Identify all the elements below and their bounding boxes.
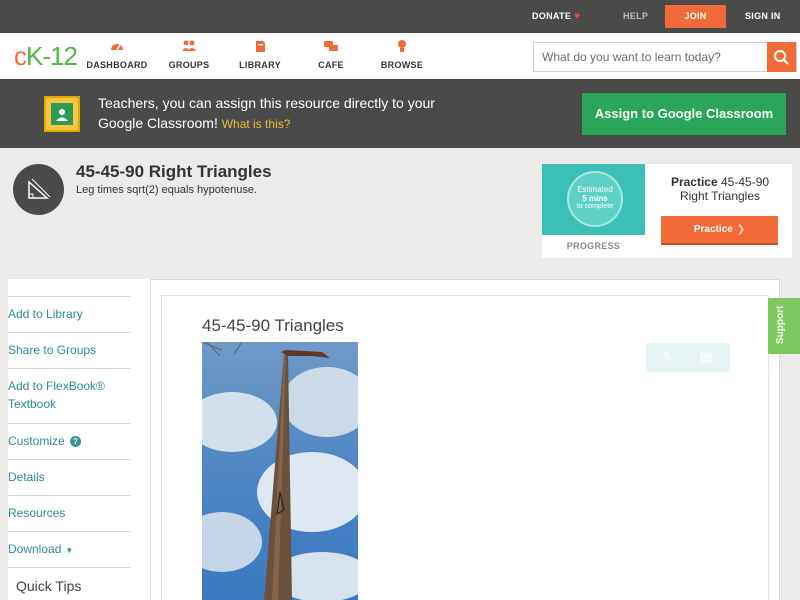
sidebar-details[interactable]: Details — [8, 468, 131, 486]
google-classroom-icon — [44, 96, 80, 132]
sidebar-add-to-flexbook[interactable]: Add to FlexBook® Textbook — [8, 377, 131, 413]
help-icon[interactable]: ? — [70, 436, 82, 447]
lesson-tools: ✎ ▤ — [646, 343, 730, 372]
ck12-logo[interactable]: cK-12 — [14, 42, 78, 70]
sidebar-divider — [8, 495, 131, 496]
library-icon — [225, 39, 295, 57]
heart-icon: ♥ — [574, 11, 581, 22]
concept-triangle-icon — [13, 164, 64, 215]
utility-bar: DONATE ♥ HELP JOIN SIGN IN — [0, 0, 800, 33]
chevron-right-icon: ❯ — [736, 224, 746, 235]
quick-tips-heading: Quick Tips — [16, 578, 82, 594]
lesson-title: 45-45-90 Triangles — [202, 316, 344, 335]
sidebar-divider — [8, 567, 131, 568]
sidebar-divider — [8, 531, 131, 532]
estimate-badge: Estimated 5 mins to complete — [567, 171, 623, 227]
sidebar-divider — [8, 332, 131, 333]
banner-message: Teachers, you can assign this resource d… — [98, 95, 435, 131]
donate-label: DONATE — [532, 11, 572, 21]
nav-browse[interactable]: BROWSE — [367, 39, 437, 70]
browse-icon — [367, 39, 437, 57]
sidebar-divider — [8, 296, 131, 297]
help-link[interactable]: HELP — [623, 0, 648, 33]
google-classroom-banner: Teachers, you can assign this resource d… — [0, 79, 800, 148]
join-button[interactable]: JOIN — [665, 5, 726, 28]
pencil-icon[interactable]: ✎ — [662, 349, 673, 365]
search-button[interactable] — [767, 42, 796, 72]
dashboard-icon — [82, 39, 152, 57]
search-input[interactable] — [534, 43, 770, 71]
practice-button[interactable]: Practice ❯ — [661, 216, 778, 245]
sidebar-add-to-library[interactable]: Add to Library — [8, 305, 131, 323]
main-nav: cK-12 DASHBOARD GROUPS LIBRARY CAFE BROW… — [0, 33, 800, 79]
practice-heading: Practice 45-45-90 Right Triangles — [670, 175, 770, 203]
search-box — [533, 42, 797, 72]
sidebar-divider — [8, 423, 131, 424]
sidebar-download[interactable]: Download ▼ — [8, 540, 131, 560]
practice-image: Estimated 5 mins to complete — [542, 164, 645, 235]
caret-down-icon: ▼ — [65, 546, 74, 555]
sidebar-customize[interactable]: Customize ? — [8, 432, 131, 450]
what-is-this-link[interactable]: What is this? — [222, 117, 291, 131]
groups-icon — [154, 39, 224, 57]
nav-cafe[interactable]: CAFE — [296, 39, 366, 70]
nav-groups[interactable]: GROUPS — [154, 39, 224, 70]
nav-library[interactable]: LIBRARY — [225, 39, 295, 70]
notes-icon[interactable]: ▤ — [700, 349, 712, 365]
concept-subtitle: Leg times sqrt(2) equals hypotenuse. — [76, 184, 257, 196]
cafe-icon — [296, 39, 366, 57]
assign-to-classroom-button[interactable]: Assign to Google Classroom — [582, 93, 786, 135]
practice-card: Estimated 5 mins to complete PROGRESS Pr… — [542, 164, 792, 258]
donate-link[interactable]: DONATE ♥ — [532, 0, 580, 33]
sign-in-link[interactable]: SIGN IN — [745, 0, 781, 33]
search-icon — [774, 50, 789, 65]
sidebar-divider — [8, 459, 131, 460]
support-tab[interactable]: Support — [768, 298, 800, 354]
concept-title: 45-45-90 Right Triangles — [76, 162, 272, 181]
flagpole-photo — [202, 342, 358, 600]
progress-label: PROGRESS — [566, 241, 621, 251]
nav-dashboard[interactable]: DASHBOARD — [82, 39, 152, 70]
sidebar-resources[interactable]: Resources — [8, 504, 131, 522]
sidebar-divider — [8, 368, 131, 369]
sidebar-share-to-groups[interactable]: Share to Groups — [8, 341, 131, 359]
